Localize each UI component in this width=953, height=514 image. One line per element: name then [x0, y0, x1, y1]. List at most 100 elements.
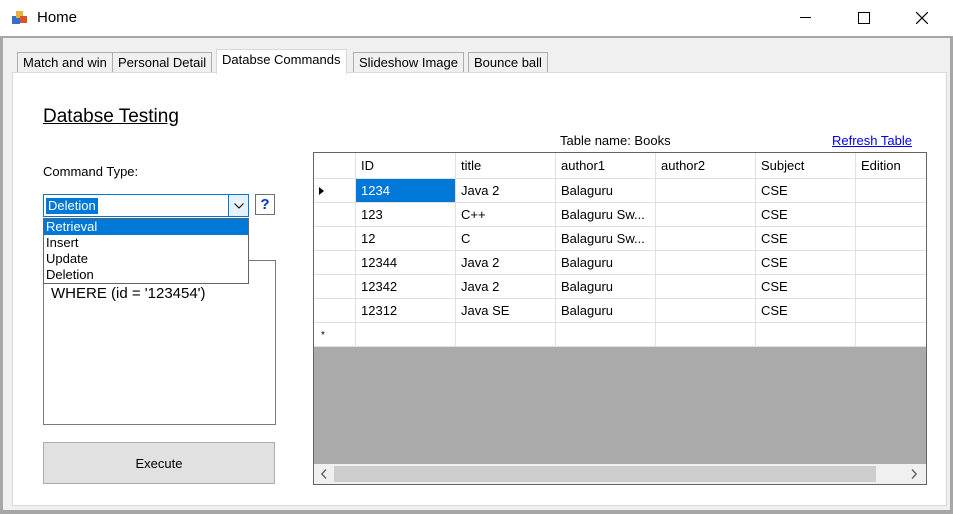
table-cell[interactable]: CSE	[756, 275, 856, 299]
command-type-label: Command Type:	[43, 164, 139, 179]
maximize-button[interactable]	[841, 0, 887, 36]
row-header[interactable]	[314, 251, 356, 275]
table-cell[interactable]	[656, 251, 756, 275]
table-row[interactable]: 12342 Java 2 Balaguru CSE	[314, 275, 926, 299]
table-cell[interactable]	[656, 227, 756, 251]
close-icon	[916, 12, 928, 24]
tab-match-and-win[interactable]: Match and win	[17, 52, 113, 74]
query-text: WHERE (id = '123454')	[51, 285, 206, 302]
close-button[interactable]	[899, 0, 945, 36]
table-cell[interactable]: Balaguru Sw...	[556, 227, 656, 251]
table-cell[interactable]: Balaguru	[556, 179, 656, 203]
table-cell[interactable]: Balaguru	[556, 251, 656, 275]
row-header[interactable]	[314, 275, 356, 299]
table-cell[interactable]	[656, 203, 756, 227]
app-icon	[12, 10, 28, 26]
table-cell[interactable]: C++	[456, 203, 556, 227]
column-header[interactable]: Subject	[756, 153, 856, 179]
tab-bounce-ball[interactable]: Bounce ball	[468, 52, 548, 74]
combobox-value: Deletion	[46, 198, 98, 214]
scroll-right-icon[interactable]	[904, 464, 924, 484]
grid-corner-header[interactable]	[314, 153, 356, 179]
table-cell[interactable]: Balaguru	[556, 299, 656, 323]
execute-button[interactable]: Execute	[43, 442, 275, 484]
table-cell[interactable]: CSE	[756, 299, 856, 323]
horizontal-scrollbar[interactable]	[314, 464, 926, 484]
table-cell[interactable]	[456, 323, 556, 347]
table-cell[interactable]: CSE	[756, 203, 856, 227]
chevron-down-icon[interactable]	[228, 195, 248, 216]
table-cell[interactable]: Java SE	[456, 299, 556, 323]
table-cell[interactable]	[856, 227, 926, 251]
table-cell[interactable]	[856, 179, 926, 203]
table-cell[interactable]: Java 2	[456, 251, 556, 275]
window-title: Home	[37, 9, 78, 26]
tab-slideshow-image[interactable]: Slideshow Image	[353, 52, 464, 74]
command-type-dropdown: Retrieval Insert Update Deletion	[43, 218, 249, 284]
table-cell[interactable]: CSE	[756, 227, 856, 251]
table-cell[interactable]	[856, 275, 926, 299]
table-cell[interactable]: 12	[356, 227, 456, 251]
new-row[interactable]: *	[314, 323, 926, 347]
table-cell[interactable]: C	[456, 227, 556, 251]
option-deletion[interactable]: Deletion	[44, 267, 248, 283]
table-cell[interactable]: CSE	[756, 251, 856, 275]
table-cell[interactable]: Java 2	[456, 275, 556, 299]
table-cell[interactable]: 12312	[356, 299, 456, 323]
table-cell[interactable]	[656, 179, 756, 203]
table-cell[interactable]	[656, 299, 756, 323]
table-cell[interactable]: 12342	[356, 275, 456, 299]
table-row[interactable]: 12344 Java 2 Balaguru CSE	[314, 251, 926, 275]
option-update[interactable]: Update	[44, 251, 248, 267]
row-header[interactable]	[314, 179, 356, 203]
table-row[interactable]: 1234 Java 2 Balaguru CSE	[314, 179, 926, 203]
row-header[interactable]	[314, 227, 356, 251]
new-row-marker: *	[314, 323, 356, 347]
table-cell[interactable]	[656, 275, 756, 299]
option-insert[interactable]: Insert	[44, 235, 248, 251]
column-header[interactable]: Edition	[856, 153, 926, 179]
minimize-button[interactable]	[782, 0, 828, 36]
table-cell[interactable]: 12344	[356, 251, 456, 275]
table-row[interactable]: 123 C++ Balaguru Sw... CSE	[314, 203, 926, 227]
minimize-icon	[799, 17, 811, 18]
table-cell[interactable]	[856, 299, 926, 323]
table-row[interactable]: 12312 Java SE Balaguru CSE	[314, 299, 926, 323]
table-row[interactable]: 12 C Balaguru Sw... CSE	[314, 227, 926, 251]
table-name-label: Table name: Books	[560, 133, 671, 148]
row-header[interactable]	[314, 203, 356, 227]
column-header[interactable]: title	[456, 153, 556, 179]
table-cell[interactable]: CSE	[756, 179, 856, 203]
data-grid[interactable]: ID title author1 author2 Subject Edition 1234 J…	[313, 152, 927, 485]
page-heading: Databse Testing	[43, 106, 179, 127]
query-textbox[interactable]: WHERE (id = '123454')	[43, 260, 276, 425]
title-bar: Home	[0, 0, 953, 36]
table-cell[interactable]: 123	[356, 203, 456, 227]
tab-personal-detail[interactable]: Personal Detail	[112, 52, 213, 74]
table-cell[interactable]: 1234	[356, 179, 456, 203]
table-cell[interactable]: Java 2	[456, 179, 556, 203]
table-cell[interactable]	[356, 323, 456, 347]
table-cell[interactable]	[856, 323, 926, 347]
help-button[interactable]: ?	[255, 194, 275, 215]
table-cell[interactable]: Balaguru Sw...	[556, 203, 656, 227]
tab-databse-commands[interactable]: Databse Commands	[216, 49, 347, 74]
column-header[interactable]: ID	[356, 153, 456, 179]
command-type-combobox[interactable]: Deletion	[43, 194, 249, 217]
table-cell[interactable]	[856, 251, 926, 275]
option-retrieval[interactable]: Retrieval	[44, 219, 248, 235]
table-cell[interactable]	[656, 323, 756, 347]
scrollbar-thumb[interactable]	[334, 466, 876, 482]
execute-label: Execute	[135, 455, 183, 471]
column-header[interactable]: author1	[556, 153, 656, 179]
table-cell[interactable]	[556, 323, 656, 347]
scroll-left-icon[interactable]	[314, 464, 334, 484]
table-cell[interactable]	[856, 203, 926, 227]
current-row-arrow-icon	[319, 187, 324, 195]
column-header[interactable]: author2	[656, 153, 756, 179]
maximize-icon	[858, 12, 870, 24]
refresh-table-link[interactable]: Refresh Table	[832, 133, 912, 148]
table-cell[interactable]	[756, 323, 856, 347]
row-header[interactable]	[314, 299, 356, 323]
table-cell[interactable]: Balaguru	[556, 275, 656, 299]
